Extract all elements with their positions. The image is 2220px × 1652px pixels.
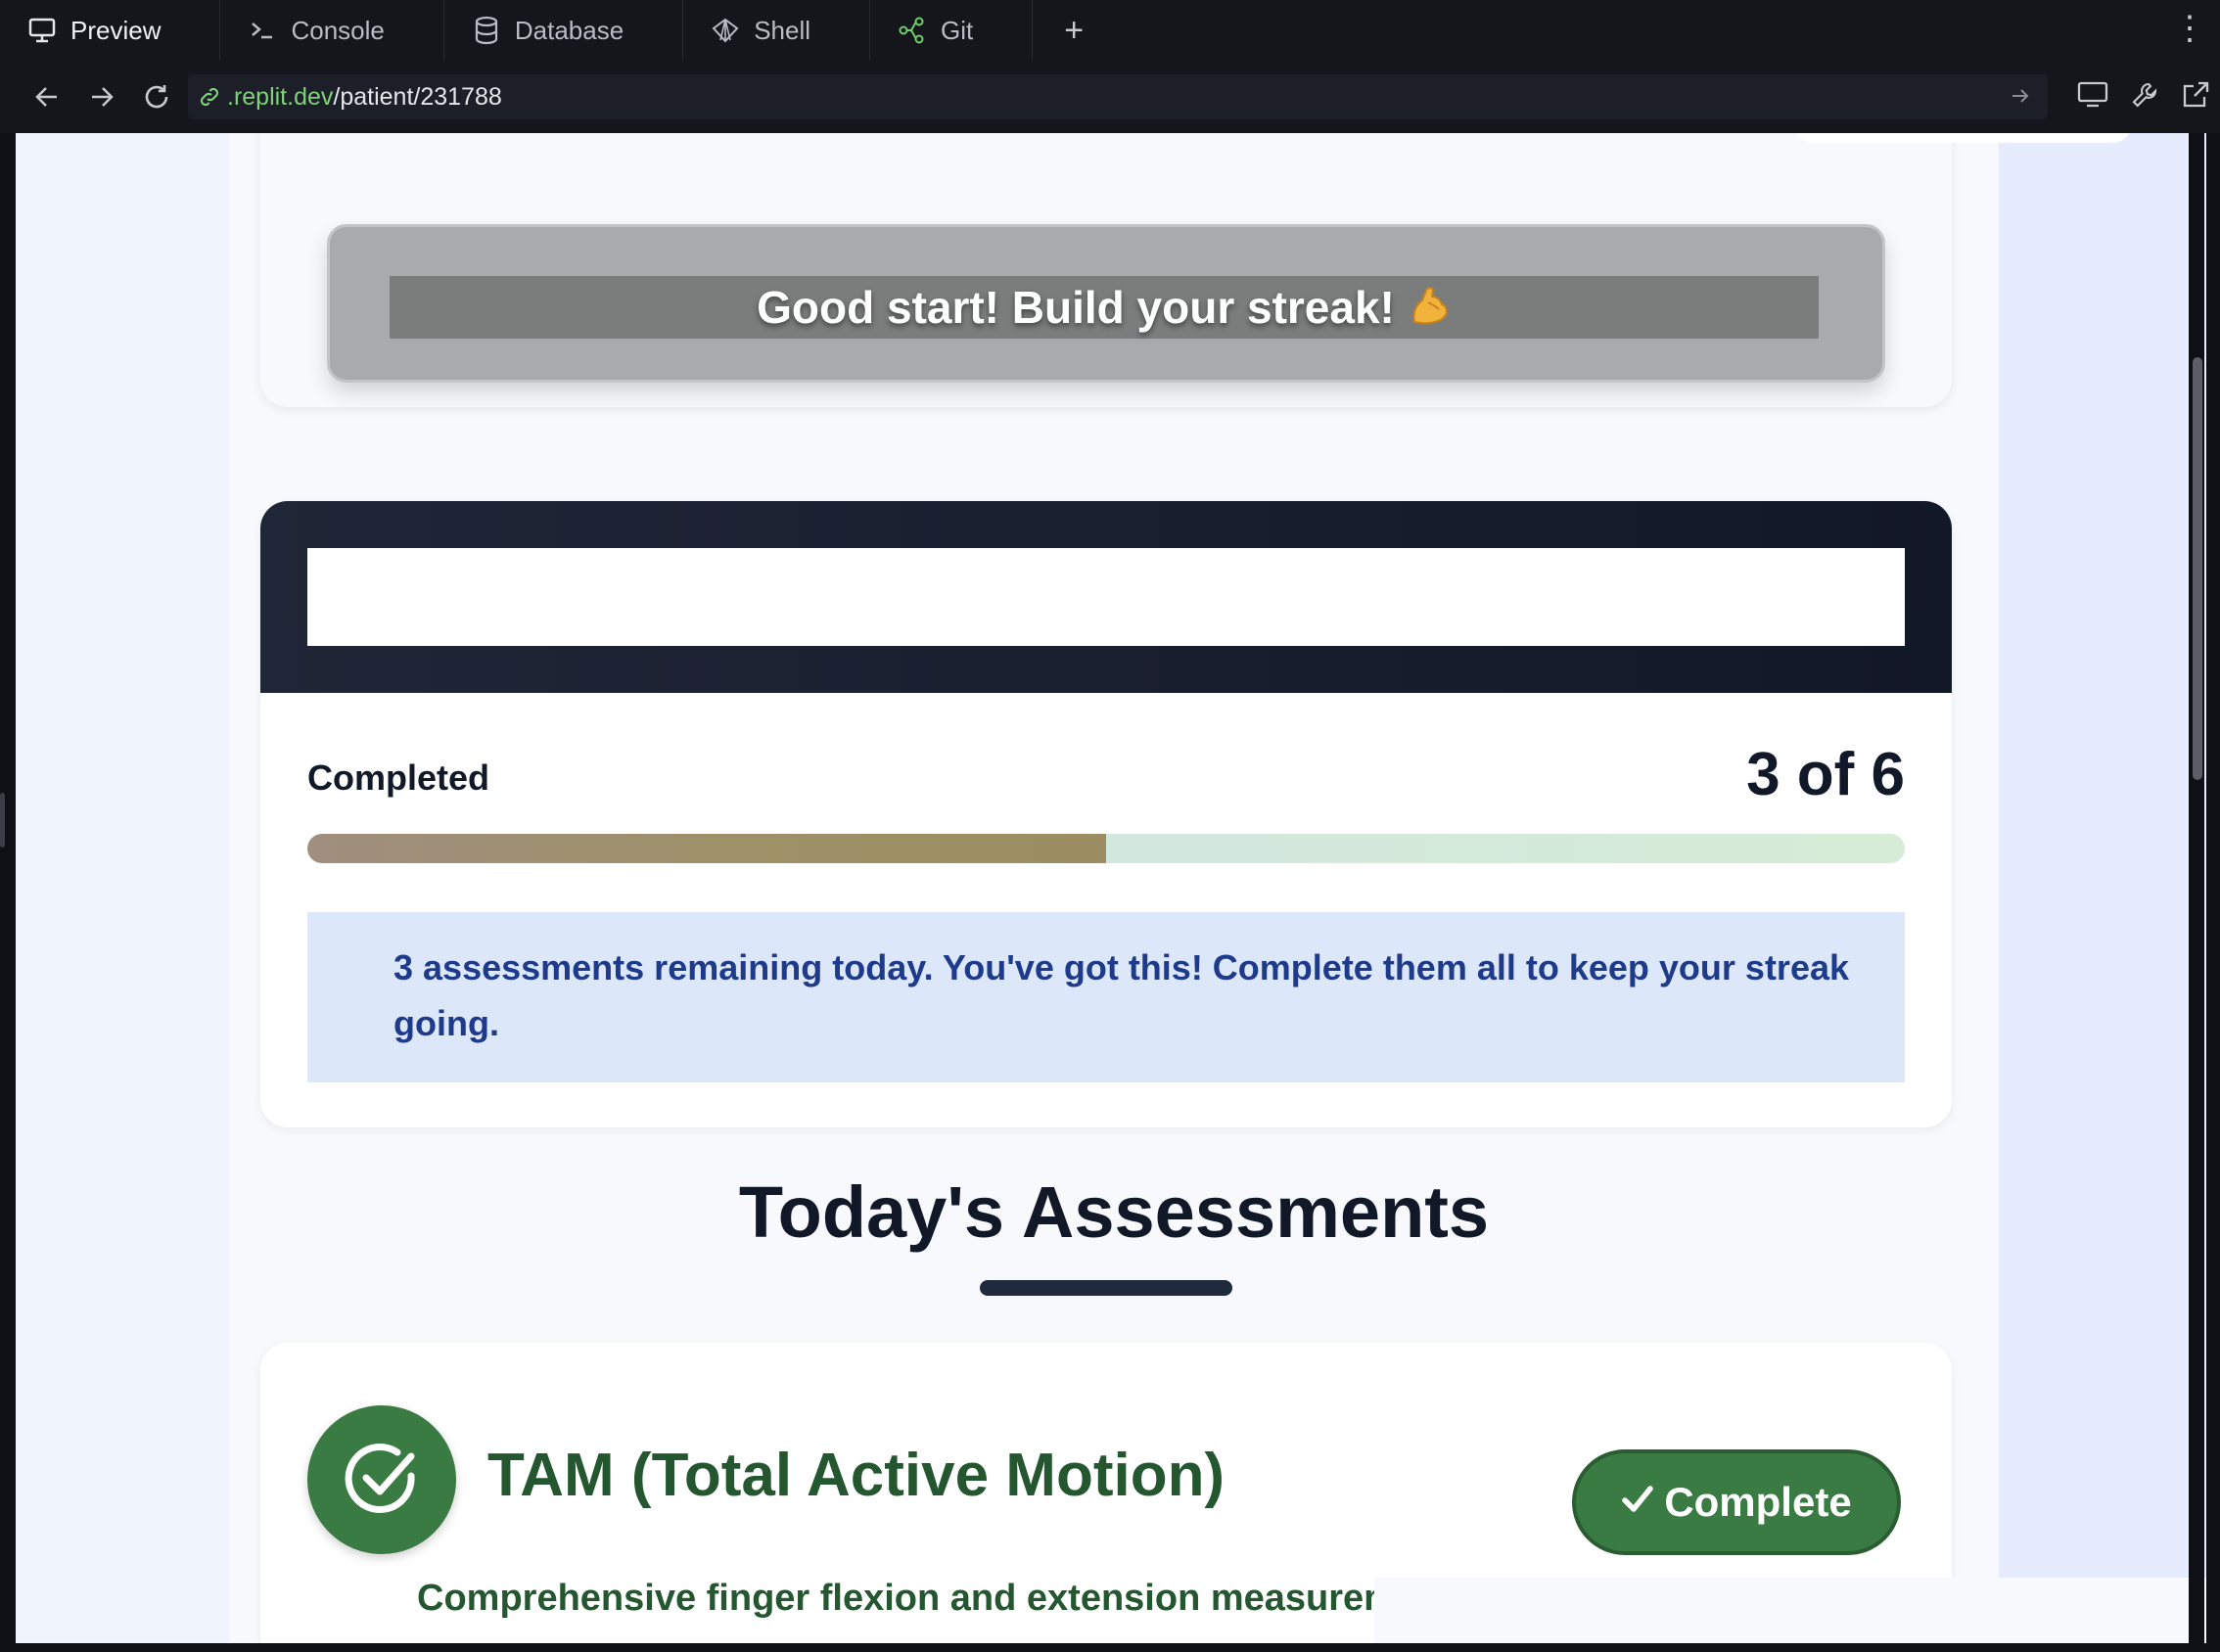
flexed-biceps-icon [1407,283,1452,333]
more-options-icon[interactable]: ⋮ [2173,12,2206,45]
progress-bar [307,834,1905,863]
ide-tab-bar: Preview Console Database Shell Git + ⋮ [0,0,2220,61]
link-icon [198,85,221,109]
complete-label: Complete [1664,1479,1852,1525]
pane-resize-handle[interactable] [0,793,5,848]
tab-database[interactable]: Database [444,0,684,61]
device-preview-icon[interactable] [2077,80,2108,115]
devtools-wrench-icon[interactable] [2130,80,2159,115]
open-new-tab-icon[interactable] [2181,80,2210,115]
go-arrow-icon[interactable] [2009,84,2032,115]
git-icon [898,16,927,45]
tab-label: Preview [70,15,162,45]
card-tab-decoration [1793,133,2132,143]
tab-label: Console [291,15,385,45]
progress-card: Completed 3 of 6 3 assessments remaining… [260,501,1952,1127]
add-tab-button[interactable]: + [1033,0,1115,61]
page-background [1981,133,2206,1643]
preview-toolbar [2077,80,2210,115]
remaining-message: 3 assessments remaining today. You've go… [307,912,1905,1082]
motivation-text: Good start! Build your streak! [757,282,1395,333]
overlay-panel [1374,1578,2206,1643]
terminal-icon [248,16,277,45]
tab-label: Git [941,15,974,45]
tab-shell[interactable]: Shell [683,0,871,61]
section-title: Today's Assessments [738,1171,1490,1253]
scrollbar-thumb[interactable] [2193,357,2202,780]
assessment-description: Comprehensive finger flexion and extensi… [417,1578,1432,1619]
monitor-icon [27,16,57,45]
tab-label: Shell [754,15,811,45]
tab-git[interactable]: Git [870,0,1034,61]
header-blank-panel [307,548,1905,646]
progress-bar-fill [307,834,1106,863]
shell-icon [711,16,740,45]
completed-count: 3 of 6 [1746,741,1905,808]
reload-icon[interactable] [129,69,184,124]
progress-card-header [260,501,1952,693]
tab-label: Database [514,15,624,45]
tab-preview[interactable]: Preview [0,0,221,61]
tab-console[interactable]: Console [220,0,444,61]
completed-label: Completed [307,757,490,798]
motivation-strip: Good start! Build your streak! [390,276,1819,339]
url-field[interactable]: .replit.dev/patient/231788 [188,74,2048,119]
preview-viewport: Good start! Build your streak! Completed… [16,133,2206,1643]
checkmark-icon [1621,1479,1654,1526]
forward-arrow-icon[interactable] [74,69,129,124]
title-underline [980,1280,1232,1296]
complete-status-button[interactable]: Complete [1572,1449,1901,1555]
url-domain: .replit.dev [227,82,334,111]
database-icon [472,16,501,45]
assessment-title: TAM (Total Active Motion) [487,1442,1226,1509]
back-arrow-icon[interactable] [20,69,74,124]
url-path: /patient/231788 [333,82,502,111]
check-circle-icon [307,1405,456,1554]
